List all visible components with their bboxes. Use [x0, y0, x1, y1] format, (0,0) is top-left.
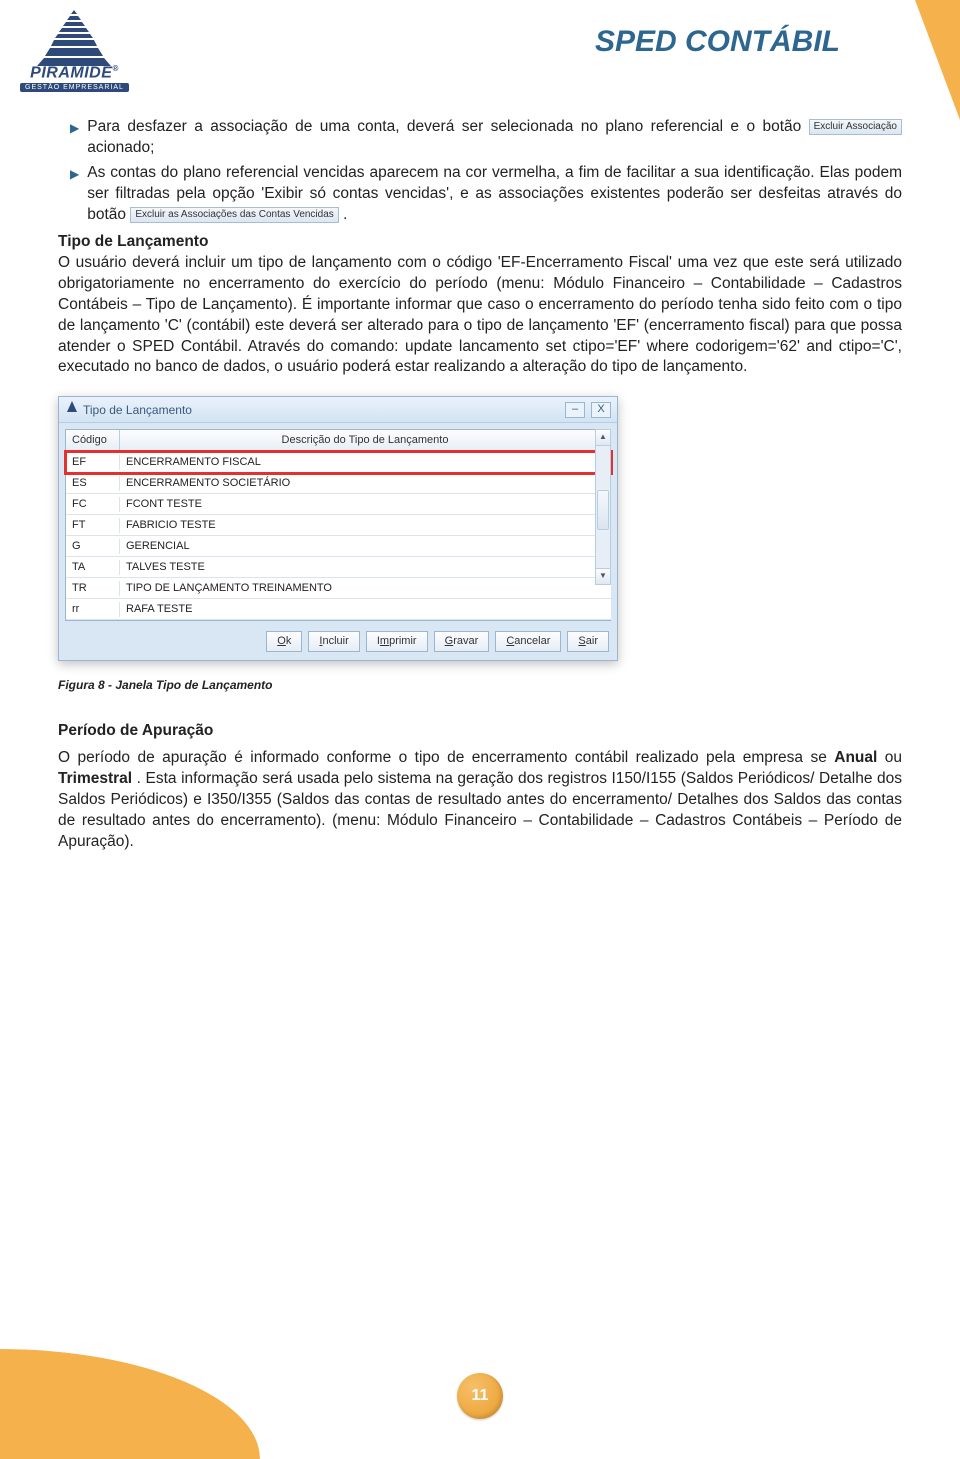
- tipo-paragraph: O usuário deverá incluir um tipo de lanç…: [58, 254, 902, 376]
- scrollbar[interactable]: ▲ ▼: [595, 429, 611, 585]
- text: . Esta informação será usada pelo sistem…: [58, 770, 902, 850]
- table-row[interactable]: ESENCERRAMENTO SOCIETÁRIO: [66, 473, 611, 494]
- cell-desc: RAFA TESTE: [120, 602, 611, 617]
- doc-title: SPED CONTÁBIL: [595, 10, 880, 59]
- scroll-up-icon[interactable]: ▲: [596, 430, 610, 446]
- minimize-button[interactable]: –: [565, 402, 585, 418]
- bullet-arrow-icon: ▶: [70, 120, 79, 136]
- cell-desc: FABRICIO TESTE: [120, 518, 611, 533]
- content: ▶ Para desfazer a associação de uma cont…: [0, 92, 960, 852]
- logo-text: PIRÂMIDE®: [30, 64, 119, 82]
- grid: Código Descrição do Tipo de Lançamento E…: [65, 429, 611, 621]
- gravar-button[interactable]: Gravar: [434, 631, 490, 652]
- close-button[interactable]: X: [591, 402, 611, 418]
- scroll-down-icon[interactable]: ▼: [596, 568, 610, 584]
- page-number: 11: [457, 1373, 503, 1419]
- dialog-button-bar: Ok Incluir Imprimir Gravar Cancelar Sair: [59, 625, 617, 660]
- text: ou: [885, 749, 902, 766]
- cell-code: FT: [66, 518, 120, 533]
- table-row[interactable]: TRTIPO DE LANÇAMENTO TREINAMENTO: [66, 578, 611, 599]
- excluir-associacao-button[interactable]: Excluir Associação: [809, 119, 902, 135]
- periodo-paragraph: O período de apuração é informado confor…: [58, 748, 902, 853]
- dialog-title: Tipo de Lançamento: [83, 402, 565, 418]
- text-bold: Anual: [834, 749, 877, 766]
- pyramid-icon: [29, 10, 119, 66]
- bullet-text: .: [343, 206, 347, 223]
- table-row[interactable]: GGERENCIAL: [66, 536, 611, 557]
- imprimir-button[interactable]: Imprimir: [366, 631, 428, 652]
- cell-desc: GERENCIAL: [120, 539, 611, 554]
- grid-header: Código Descrição do Tipo de Lançamento: [66, 430, 611, 452]
- section-heading-tipo: Tipo de Lançamento: [58, 233, 208, 250]
- table-row[interactable]: FCFCONT TESTE: [66, 494, 611, 515]
- cell-desc: FCONT TESTE: [120, 497, 611, 512]
- sair-button[interactable]: Sair: [567, 631, 609, 652]
- logo-name: PIRÂMIDE: [30, 64, 112, 81]
- logo: PIRÂMIDE® GESTÃO EMPRESARIAL: [20, 10, 129, 92]
- cell-desc: TIPO DE LANÇAMENTO TREINAMENTO: [120, 581, 611, 596]
- cell-desc: ENCERRAMENTO FISCAL: [120, 455, 611, 470]
- table-row[interactable]: EFENCERRAMENTO FISCAL: [66, 452, 611, 473]
- cell-code: TA: [66, 560, 120, 575]
- cancelar-button[interactable]: Cancelar: [495, 631, 561, 652]
- cell-code: TR: [66, 581, 120, 596]
- bullet-item: ▶ As contas do plano referencial vencida…: [58, 163, 902, 226]
- text: O período de apuração é informado confor…: [58, 749, 834, 766]
- grid-rows: EFENCERRAMENTO FISCALESENCERRAMENTO SOCI…: [66, 452, 611, 620]
- text-bold: Trimestral: [58, 770, 132, 787]
- scroll-thumb[interactable]: [597, 490, 609, 530]
- bullet-text: acionado;: [87, 139, 154, 156]
- corner-decoration-bottom: [0, 1349, 260, 1459]
- bullet-arrow-icon: ▶: [70, 166, 79, 182]
- dialog-titlebar: Tipo de Lançamento – X: [59, 397, 617, 423]
- cell-code: EF: [66, 455, 120, 470]
- ok-button[interactable]: Ok: [266, 631, 302, 652]
- cell-code: FC: [66, 497, 120, 512]
- section-heading-periodo: Período de Apuração: [58, 721, 902, 742]
- table-row[interactable]: FTFABRICIO TESTE: [66, 515, 611, 536]
- cell-desc: TALVES TESTE: [120, 560, 611, 575]
- col-header-descricao[interactable]: Descrição do Tipo de Lançamento: [120, 430, 611, 451]
- page-header: PIRÂMIDE® GESTÃO EMPRESARIAL SPED CONTÁB…: [0, 0, 960, 92]
- incluir-button[interactable]: Incluir: [308, 631, 359, 652]
- cell-desc: ENCERRAMENTO SOCIETÁRIO: [120, 476, 611, 491]
- dialog-body: Código Descrição do Tipo de Lançamento E…: [59, 423, 617, 625]
- table-row[interactable]: TATALVES TESTE: [66, 557, 611, 578]
- table-row[interactable]: rrRAFA TESTE: [66, 599, 611, 620]
- cell-code: G: [66, 539, 120, 554]
- logo-tagline: GESTÃO EMPRESARIAL: [20, 83, 129, 92]
- bullet-item: ▶ Para desfazer a associação de uma cont…: [58, 117, 902, 159]
- col-header-codigo[interactable]: Código: [66, 430, 120, 451]
- cell-code: rr: [66, 602, 120, 617]
- cell-code: ES: [66, 476, 120, 491]
- figure-caption: Figura 8 - Janela Tipo de Lançamento: [58, 677, 902, 693]
- tipo-lancamento-dialog: Tipo de Lançamento – X Código Descrição …: [58, 396, 618, 661]
- dialog-app-icon: [65, 400, 79, 419]
- bullet-text: Para desfazer a associação de uma conta,…: [87, 118, 808, 135]
- excluir-associacoes-vencidas-button[interactable]: Excluir as Associações das Contas Vencid…: [130, 207, 338, 223]
